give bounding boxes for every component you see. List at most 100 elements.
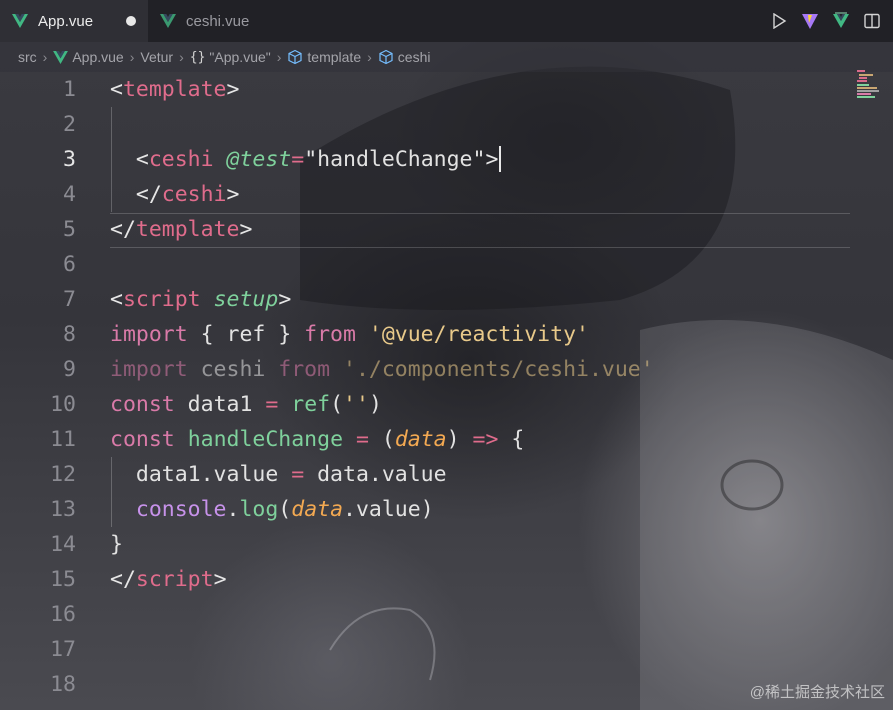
code-line[interactable]: 9 import ceshi from './components/ceshi.v… [0,352,893,387]
line-number: 5 [63,217,76,242]
code-line[interactable]: 13 console.log(data.value) [0,492,893,527]
code-token: > [239,217,253,242]
line-number: 1 [63,77,76,102]
code-token: @test [226,147,292,172]
code-token: </ [110,567,136,592]
code-token: import [110,322,188,347]
code-token: < [110,287,123,312]
code-token: > [278,287,292,312]
code-token: '@vue/reactivity' [368,322,589,347]
code-editor[interactable]: 1 <template> 2 3 <ceshi @test="handleChange… [0,72,893,710]
cube-icon [379,49,393,65]
code-token: = [355,427,369,452]
code-line[interactable]: 17 [0,632,893,667]
tab-app-vue[interactable]: App.vue [0,0,148,42]
braces-icon: {} [189,49,206,65]
breadcrumb-item-src[interactable]: src [18,49,37,65]
code-token: = [291,462,305,487]
code-token: data.value [304,462,447,487]
code-line[interactable]: 6 [0,247,893,282]
cube-icon [288,49,303,65]
code-line[interactable]: 7 <script setup> [0,282,893,317]
text-cursor [499,146,501,172]
chevron-right-icon: › [42,49,48,65]
line-number: 16 [50,602,76,627]
vue-devtools-icon[interactable] [831,11,851,31]
code-token: './components/ceshi.vue' [343,357,654,382]
code-token: ) [446,427,473,452]
breadcrumb-label: ceshi [397,49,431,65]
code-line[interactable]: 2 [0,107,893,142]
breadcrumb-item-module[interactable]: › {} "App.vue" [173,49,271,65]
line-number: 17 [50,637,76,662]
code-token: ) [368,392,382,417]
code-token: ceshi [161,182,227,207]
code-token: ceshi [148,147,214,172]
code-token: const [110,392,175,417]
code-line[interactable]: 10 const data1 = ref('') [0,387,893,422]
split-editor-icon[interactable] [862,11,882,31]
code-token: } [110,532,123,557]
code-token: handleChange [187,427,344,452]
code-text: </script> [110,562,227,597]
code-token: data [291,497,344,522]
breadcrumb-item-ceshi[interactable]: › ceshi [361,49,430,65]
code-token: "> [472,147,499,172]
vue-logo-icon [12,14,28,28]
code-token: { [498,427,525,452]
line-number: 15 [50,567,76,592]
code-token: > [213,567,227,592]
code-line[interactable]: 1 <template> [0,72,893,107]
code-token: .value) [343,497,434,522]
code-text: import ceshi from './components/ceshi.vu… [110,352,654,387]
breadcrumb-item-template[interactable]: › template [271,49,361,65]
line-number: 2 [63,112,76,137]
code-line[interactable]: 16 [0,597,893,632]
code-token: data1 [174,392,266,417]
code-token: data1.value [110,462,292,487]
code-token: . [226,497,240,522]
run-icon[interactable] [769,11,789,31]
breadcrumb-label: "App.vue" [209,49,271,65]
code-token: " [304,147,318,172]
code-line[interactable]: 8 import { ref } from '@vue/reactivity' [0,317,893,352]
code-line[interactable]: 12 data1.value = data.value [0,457,893,492]
code-line[interactable]: 14} [0,527,893,562]
code-line[interactable]: 11 const handleChange = (data) => { [0,422,893,457]
breadcrumb-item-file[interactable]: › App.vue [37,49,124,65]
code-token: => [472,427,499,452]
code-text: const data1 = ref('') [110,387,382,422]
breadcrumb-label: template [307,49,362,65]
code-line[interactable]: 5 </template> [0,212,893,247]
code-line[interactable]: 4 </ceshi> [0,177,893,212]
breadcrumb-item-vetur[interactable]: › Vetur [124,49,173,65]
code-token: const [110,427,175,452]
code-line[interactable]: 3 <ceshi @test="handleChange"> [0,142,893,177]
code-token: > [226,182,240,207]
code-text: console.log(data.value) [110,492,434,527]
chevron-right-icon: › [367,49,372,65]
line-number: 8 [63,322,76,347]
tab-ceshi-vue[interactable]: ceshi.vue [148,0,298,42]
code-token: </ [110,217,136,242]
code-token: handleChange [317,147,473,172]
code-text: data1.value = data.value [110,457,447,492]
code-token: log [239,497,279,522]
vite-icon[interactable] [800,11,820,31]
code-token: data [394,427,447,452]
code-token: from [304,322,356,347]
editor-tab-bar: App.vue ceshi.vue [0,0,893,42]
line-number: 12 [50,462,76,487]
line-number: 6 [63,252,76,277]
code-token: import [110,357,188,382]
vue-logo-icon [160,14,176,28]
unsaved-dot-icon[interactable] [126,16,136,26]
code-text: const handleChange = (data) => { [110,422,524,457]
code-token: { ref } [187,322,305,347]
chevron-right-icon: › [276,49,282,65]
code-line[interactable]: 15 </script> [0,562,893,597]
